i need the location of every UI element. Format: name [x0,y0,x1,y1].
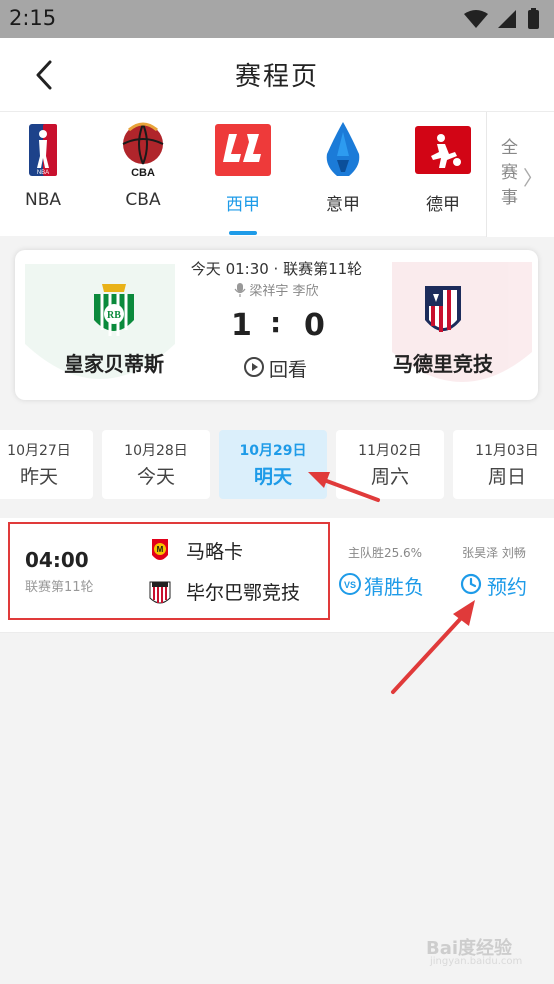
league-name: CBA [125,190,161,210]
status-bar: 2:15 [0,0,554,38]
match-info: 今天 01:30 · 联赛第11轮 [190,260,363,278]
chevron-right-icon: 〉 [523,166,543,190]
weekday-label: 周日 [487,466,526,488]
fixture-casters: 张昊泽 刘畅 [462,546,526,560]
page-title: 赛程页 [234,62,319,92]
weekday-label: 今天 [136,466,175,488]
home-team: RB 皇家贝蒂斯 [29,280,199,377]
svg-text:RB: RB [107,310,121,321]
tab-seriea[interactable]: 意甲 [293,112,393,237]
signal-icon [498,10,516,28]
tab-laliga[interactable]: 西甲 [193,112,293,237]
home-team-name: 皇家贝蒂斯 [64,352,164,376]
app-header: 赛程页 [0,38,554,111]
cba-logo-icon: CBA [122,122,164,179]
weekday-label: 昨天 [19,466,58,488]
tab-bundesliga[interactable]: 德甲 [393,112,493,237]
away-score: 0 [304,308,325,343]
league-name: NBA [24,190,61,210]
svg-text:VS: VS [344,580,356,590]
league-name: 意甲 [326,195,360,215]
athletic-bilbao-crest-icon [149,581,171,604]
svg-text:NBA: NBA [37,170,49,176]
away-team: 马德里竞技 [358,280,528,377]
fixture-home-name: 马略卡 [186,541,244,563]
nba-logo-icon: NBA [29,124,57,176]
fixture-round: 联赛第11轮 [25,580,94,595]
play-circle-icon [244,357,264,377]
date-label: 10月29日 [239,443,307,459]
away-team-name: 马德里竞技 [393,352,493,376]
baidu-watermark: Bai度经验 jingyan.baidu.com [420,930,530,974]
wifi-icon [464,10,488,28]
fixture-time: 04:00 [25,548,89,572]
tab-nba[interactable]: NBA NBA [0,112,93,237]
atletico-crest-icon [425,286,461,332]
watermark-url: jingyan.baidu.com [430,956,523,967]
annotation-arrow-icon [391,600,475,694]
status-icons [464,8,539,29]
svg-text:M: M [157,545,164,554]
home-score: 1 [231,308,252,343]
win-probability: 主队胜25.6% [347,546,423,560]
mallorca-crest-icon: M [152,539,168,560]
date-label: 10月28日 [124,443,188,459]
fixture-away-name: 毕尔巴鄂竞技 [186,582,301,604]
league-name: 德甲 [426,195,460,215]
date-tab[interactable]: 11月03日 周日 [453,430,554,499]
date-tab[interactable]: 10月28日 今天 [102,430,210,499]
betis-crest-icon: RB [94,284,134,336]
active-tab-indicator [229,231,257,235]
status-time: 2:15 [9,6,57,30]
microphone-icon [234,283,246,297]
date-label: 10月27日 [7,443,71,459]
score-separator: : [270,306,282,339]
date-selector: 10月27日 昨天 10月28日 今天 10月29日 明天 11月02日 周六 … [0,430,554,500]
date-tab[interactable]: 10月27日 昨天 [0,430,93,499]
all-events-button[interactable]: 全 赛 事 〉 [486,112,554,237]
laliga-logo-icon [215,124,271,176]
featured-match-card[interactable]: 今天 01:30 · 联赛第11轮 梁祥宇 李欣 RB 皇家贝蒂斯 1 : 0 … [15,250,538,400]
date-label: 11月03日 [475,443,539,459]
all-events-label: 全 赛 事 [501,138,518,208]
battery-icon [528,10,539,29]
annotation-arrow-icon [308,472,380,502]
replay-button[interactable]: 回看 [243,352,333,382]
tab-cba[interactable]: CBA CBA [93,112,193,237]
league-name: 西甲 [226,195,260,215]
date-label: 11月02日 [358,443,422,459]
svg-text:CBA: CBA [131,167,155,179]
vs-icon: VS [339,573,361,595]
bundesliga-logo-icon [415,126,471,174]
seriea-logo-icon [326,122,360,176]
league-tabs: NBA NBA CBA CBA 西甲 意甲 德甲 全 赛 事 〉 [0,111,554,237]
replay-label: 回看 [269,359,308,381]
